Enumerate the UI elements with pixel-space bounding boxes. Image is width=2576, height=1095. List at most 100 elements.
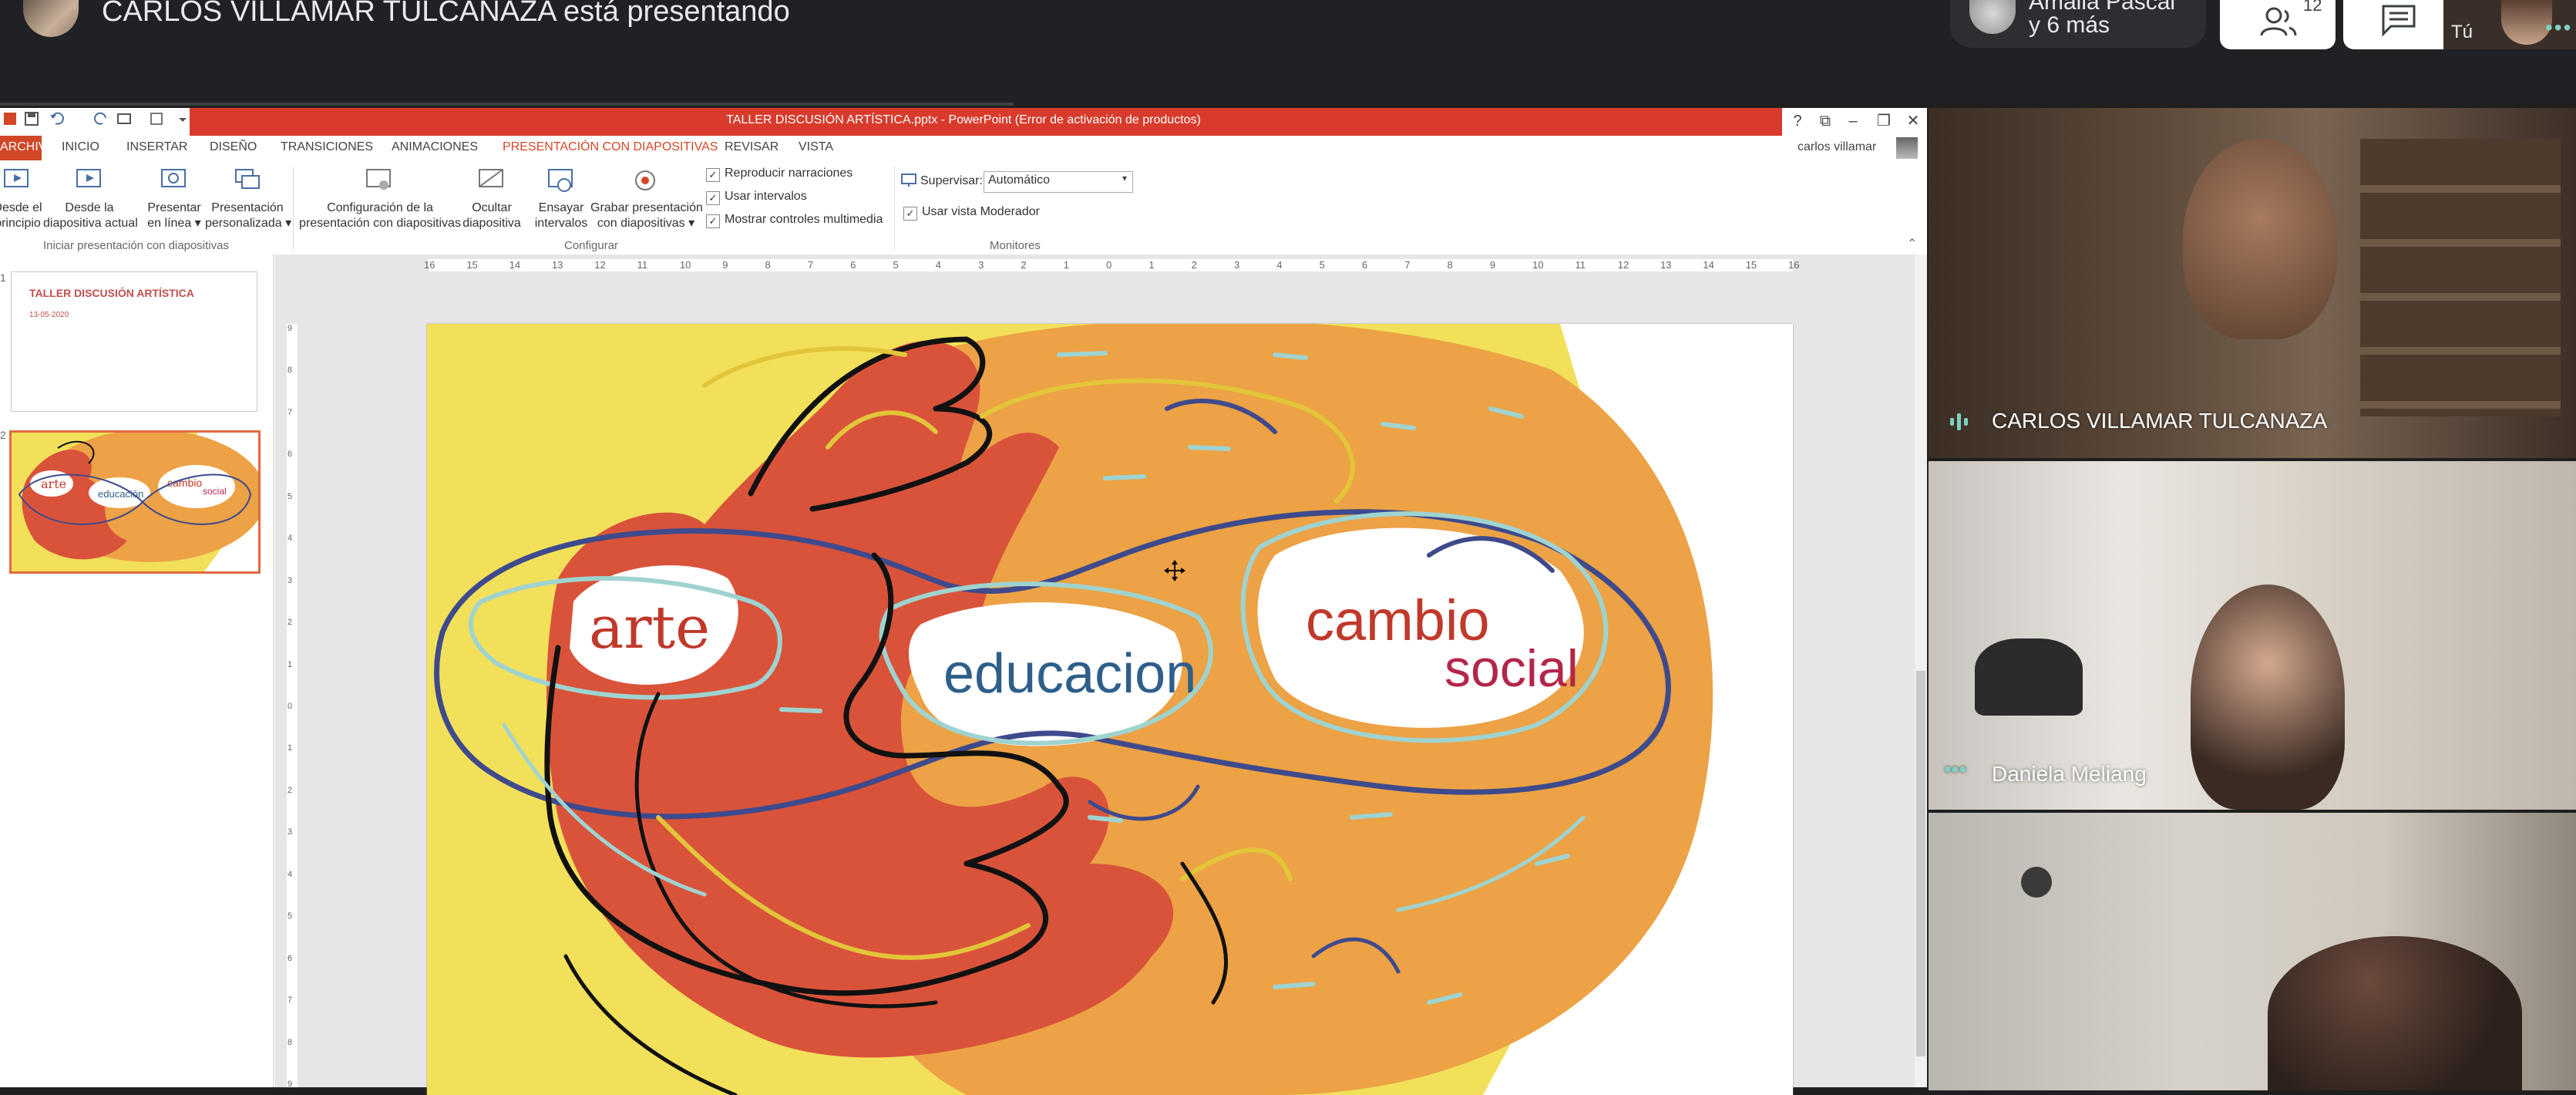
save-button[interactable]: [23, 111, 40, 130]
powerpoint-icon: [4, 113, 16, 125]
touch-mode-button[interactable]: [148, 111, 165, 130]
grabar-line2: con diapositivas ▾: [597, 217, 695, 230]
participant-video: [2268, 936, 2522, 1090]
self-label: Tú: [2451, 22, 2473, 42]
supervisar-label: Supervisar:: [920, 174, 983, 187]
presenting-banner: CARLOS VILLAMAR TULCANAZA está presentan…: [102, 0, 790, 28]
ensayar-intervalos-button[interactable]: Ensayar intervalos: [530, 165, 592, 250]
tab-diseno[interactable]: DISEÑO: [210, 140, 257, 154]
collapse-ribbon-button[interactable]: ⌃: [1907, 236, 1917, 251]
slide-number: 2: [0, 429, 6, 441]
account-name[interactable]: carlos villamar: [1797, 140, 1876, 154]
video-tile-third[interactable]: [1929, 813, 2576, 1090]
ruler-tick-label: 2: [1191, 259, 1197, 271]
tab-vista[interactable]: VISTA: [799, 140, 833, 154]
grabar-line1: Grabar presentación: [590, 201, 703, 214]
ribbon-display-button[interactable]: ⧉: [1813, 111, 1838, 131]
presentar-line1: Presentar: [147, 201, 201, 214]
tab-transiciones[interactable]: TRANSICIONES: [281, 140, 373, 154]
tab-insertar[interactable]: INSERTAR: [126, 140, 187, 154]
window-title: TALLER DISCUSIÓN ARTÍSTICA.pptx - PowerP…: [726, 113, 1201, 126]
ruler-tick-label: 5: [288, 491, 293, 501]
ruler-tick-label: 9: [1489, 259, 1496, 271]
tab-animaciones[interactable]: ANIMACIONES: [392, 140, 478, 154]
presentar-en-linea-button[interactable]: Presentar en línea ▾: [143, 165, 205, 250]
customize-qat-button[interactable]: [174, 111, 191, 130]
lamp-background: [1975, 638, 2083, 716]
reproducir-narraciones-checkbox[interactable]: ✓: [706, 168, 720, 182]
ruler-tick-label: 12: [1617, 259, 1629, 271]
supervisar-value: Automático: [988, 174, 1051, 187]
current-slide[interactable]: arte educacion cambio social: [427, 324, 1793, 1095]
tile-dots-indicator: •••: [1944, 757, 1967, 781]
custom-show-icon: [235, 169, 260, 189]
desde-diapositiva-actual-button[interactable]: Desde la diapositiva actual: [43, 165, 138, 250]
rehearse-timings-icon: [548, 169, 573, 192]
bookshelf-background: [2360, 139, 2561, 416]
configuracion-presentacion-button[interactable]: Configuración de la presentación con dia…: [299, 165, 461, 250]
ensayar-line1: Ensayar: [538, 201, 584, 214]
ruler-tick-label: 4: [288, 869, 293, 879]
undo-button[interactable]: [49, 111, 66, 130]
ruler-tick-label: 8: [765, 259, 771, 271]
ruler-tick-label: 3: [288, 575, 293, 585]
personalizada-line1: Presentación: [211, 201, 284, 214]
tab-inicio[interactable]: INICIO: [62, 140, 99, 154]
usar-vista-moderador-checkbox[interactable]: ✓: [903, 207, 917, 221]
slide-word-arte: arte: [589, 593, 710, 662]
close-button[interactable]: ✕: [1901, 111, 1925, 131]
ruler-tick-label: 0: [288, 702, 293, 711]
restore-button[interactable]: ❐: [1871, 111, 1896, 131]
thumbnail-title: TALLER DISCUSIÓN ARTÍSTICA: [29, 287, 194, 299]
ruler-tick-label: 9: [722, 259, 728, 271]
ruler-tick-label: 8: [1447, 259, 1453, 271]
ruler-tick-label: 11: [637, 259, 648, 271]
presentacion-personalizada-button[interactable]: Presentación personalizada ▾: [205, 165, 291, 250]
redo-button[interactable]: [92, 111, 109, 130]
ruler-tick-label: 7: [288, 407, 293, 417]
account-avatar[interactable]: [1896, 137, 1918, 159]
help-button[interactable]: ?: [1785, 111, 1810, 131]
ruler-tick-label: 3: [978, 259, 984, 271]
tile-participant-name: Daniela Meliang: [1992, 762, 2147, 786]
tab-presentacion-con-diapositivas[interactable]: PRESENTACIÓN CON DIAPOSITIVAS: [503, 140, 718, 154]
scrollbar-thumb[interactable]: [1916, 671, 1925, 1056]
slideshow-icon: [117, 113, 131, 124]
monitor-icon: [901, 174, 916, 187]
ocultar-diapositiva-button[interactable]: Ocultar diapositiva: [461, 165, 523, 250]
ribbon-separator: [894, 167, 895, 250]
mostrar-controles-checkbox[interactable]: ✓: [706, 214, 720, 228]
ruler-tick-label: 3: [288, 827, 293, 837]
ruler-tick-label: 0: [1106, 259, 1112, 271]
ruler-tick-label: 12: [594, 259, 606, 271]
start-slideshow-qat[interactable]: [116, 111, 133, 130]
video-tile-carlos[interactable]: CARLOS VILLAMAR TULCANAZA: [1929, 108, 2576, 458]
slide-thumbnail-2[interactable]: arte educación cambio social: [9, 430, 261, 574]
people-icon: [2260, 7, 2297, 36]
app-icon[interactable]: [2, 111, 18, 130]
tab-revisar[interactable]: REVISAR: [725, 140, 779, 154]
mostrar-controles-label: Mostrar controles multimedia: [725, 213, 883, 226]
group-label-monitores: Monitores: [990, 239, 1041, 252]
ruler-tick-label: 15: [1745, 259, 1757, 271]
desde-actual-line2: diapositiva actual: [43, 217, 138, 230]
grabar-presentacion-button[interactable]: Grabar presentación con diapositivas ▾: [590, 165, 703, 250]
self-audio-indicator: •••: [2545, 15, 2573, 39]
ribbon-separator: [293, 167, 294, 250]
video-tile-daniela[interactable]: ••• Daniela Meliang: [1929, 461, 2576, 810]
thumb-word-arte: arte: [41, 477, 66, 491]
ruler-tick-label: 6: [1361, 259, 1368, 271]
people-count-badge: 12: [2303, 0, 2322, 15]
ruler-tick-label: 9: [288, 1080, 293, 1089]
ruler-tick-label: 7: [807, 259, 814, 271]
usar-intervalos-checkbox[interactable]: ✓: [706, 191, 720, 205]
ruler-tick-label: 10: [1532, 259, 1544, 271]
customize-icon: [179, 118, 187, 122]
minimize-button[interactable]: –: [1841, 111, 1865, 131]
ruler-tick-label: 6: [850, 259, 856, 271]
chat-button[interactable]: [2343, 0, 2459, 49]
ocultar-line2: diapositiva: [462, 217, 521, 230]
ruler-tick-label: 14: [1703, 259, 1714, 271]
ruler-tick-label: 11: [1575, 259, 1586, 271]
desde-el-principio-button[interactable]: Desde el principio: [0, 165, 43, 250]
